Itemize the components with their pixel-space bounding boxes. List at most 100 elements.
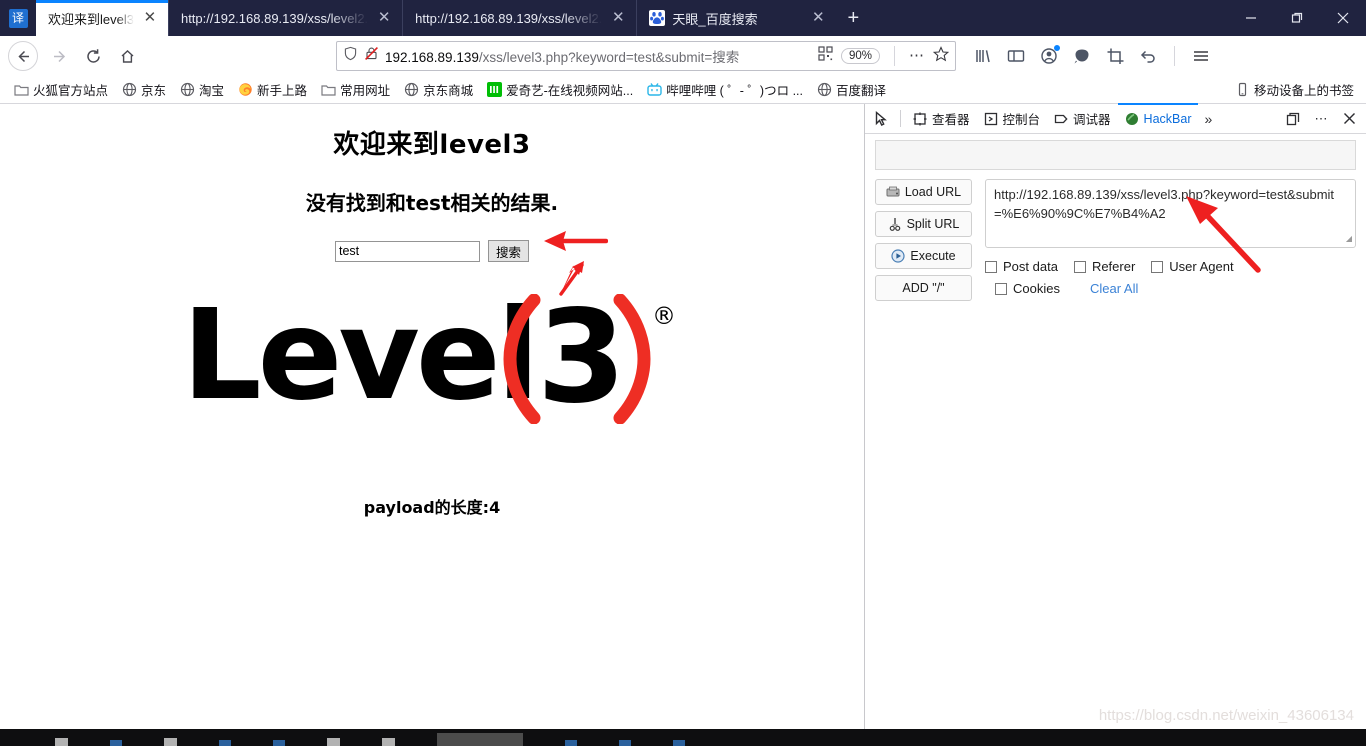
close-icon[interactable]: ✕ <box>806 6 830 30</box>
console-icon <box>984 112 998 126</box>
minimize-icon[interactable] <box>1228 0 1274 36</box>
devtools-tab-inspector[interactable]: 查看器 <box>906 104 977 133</box>
taskbar-item[interactable] <box>55 738 68 746</box>
taskbar-item[interactable] <box>164 738 177 746</box>
clear-all-link[interactable]: Clear All <box>1090 281 1138 296</box>
address-bar[interactable]: 192.168.89.139/xss/level3.php?keyword=te… <box>336 41 956 71</box>
close-icon[interactable] <box>1320 0 1366 36</box>
taskbar-item[interactable] <box>327 738 340 746</box>
devtools-tab-debugger[interactable]: 调试器 <box>1047 104 1118 133</box>
taskbar-item[interactable] <box>565 740 577 746</box>
devtools-toolbar-actions: ⋯ <box>1280 106 1362 132</box>
folder-icon <box>321 82 336 97</box>
folder-icon <box>14 82 29 97</box>
referer-checkbox[interactable]: Referer <box>1073 259 1135 274</box>
shield-icon[interactable] <box>343 46 358 66</box>
debugger-icon <box>1054 112 1068 126</box>
taskbar-item[interactable] <box>382 738 395 746</box>
browser-tab-3[interactable]: http://192.168.89.139/xss/level2. ✕ <box>402 0 636 36</box>
back-arrow-icon[interactable] <box>8 41 38 71</box>
library-icon[interactable] <box>970 43 996 69</box>
screenshot-icon[interactable] <box>1102 43 1128 69</box>
tab-title: 欢迎来到level3 <box>48 11 134 27</box>
ellipsis-icon[interactable]: ⋯ <box>1308 106 1334 132</box>
ellipsis-icon[interactable]: ⋯ <box>909 48 925 63</box>
star-icon[interactable] <box>932 45 950 67</box>
firefox-icon <box>238 82 253 97</box>
browser-tab-2[interactable]: http://192.168.89.139/xss/level2. ✕ <box>167 0 402 36</box>
post-data-checkbox[interactable]: Post data <box>985 259 1058 274</box>
browser-tab-1[interactable]: 欢迎来到level3 ✕ <box>36 0 168 36</box>
execute-button[interactable]: Execute <box>875 243 972 269</box>
dock-icon[interactable] <box>1280 106 1306 132</box>
devtools-tab-label: 调试器 <box>1073 113 1111 127</box>
checkbox-box[interactable] <box>995 282 1007 295</box>
home-icon[interactable] <box>110 39 144 73</box>
browser-tab-4[interactable]: 天眼_百度搜索 ✕ <box>636 0 836 36</box>
bookmark-label: 新手上路 <box>257 84 308 98</box>
taskbar-item[interactable] <box>219 740 231 746</box>
load-url-button[interactable]: Load URL <box>875 179 972 205</box>
taskbar-item[interactable] <box>673 740 685 746</box>
search-button[interactable]: 搜索 <box>487 240 529 262</box>
bookmark-item-5[interactable]: 京东商城 <box>398 78 479 101</box>
checkbox-box[interactable] <box>1073 260 1086 273</box>
add-slash-button[interactable]: ADD "/" <box>875 275 972 301</box>
bookmark-item-7[interactable]: 哔哩哔哩 ( ゜- ゜)つロ ... <box>641 78 809 101</box>
element-picker-icon[interactable] <box>869 106 895 132</box>
bookmark-label: 京东 <box>141 84 167 98</box>
devtools-panel: 查看器 控制台 调试器 HackBar » ⋯ Load URL Split U… <box>864 103 1366 729</box>
translate-button[interactable]: 译 <box>0 0 36 36</box>
address-bar-actions: 90% ⋯ <box>818 45 950 67</box>
taskbar-item[interactable] <box>110 740 122 746</box>
os-taskbar[interactable] <box>0 729 1366 746</box>
close-icon[interactable]: ✕ <box>606 6 630 30</box>
undo-icon[interactable] <box>1135 43 1161 69</box>
new-tab-button[interactable]: + <box>836 0 870 36</box>
mobile-bookmarks-item[interactable]: 移动设备上的书签 <box>1229 78 1358 101</box>
address-bar-url: 192.168.89.139/xss/level3.php?keyword=te… <box>385 50 740 65</box>
taskbar-item[interactable] <box>273 740 285 746</box>
pocket-icon[interactable] <box>1069 43 1095 69</box>
cookies-checkbox[interactable]: Cookies <box>995 281 1060 296</box>
close-icon[interactable] <box>1336 106 1362 132</box>
maximize-icon[interactable] <box>1274 0 1320 36</box>
bookmark-label: 常用网址 <box>340 84 391 98</box>
button-label: Execute <box>910 249 956 263</box>
devtools-tab-hackbar[interactable]: HackBar <box>1117 103 1199 133</box>
checkbox-box[interactable] <box>1151 260 1164 273</box>
globe-icon <box>122 82 137 97</box>
taskbar-item-active[interactable] <box>437 733 523 746</box>
account-icon[interactable] <box>1036 43 1062 69</box>
devtools-tab-console[interactable]: 控制台 <box>977 104 1048 133</box>
hamburger-menu-icon[interactable] <box>1188 43 1214 69</box>
qr-code-icon[interactable] <box>818 46 833 66</box>
bookmark-item-3[interactable]: 新手上路 <box>232 78 313 101</box>
bookmark-item-4[interactable]: 常用网址 <box>315 78 396 101</box>
hackbar-url-input[interactable]: http://192.168.89.139/xss/level3.php?key… <box>985 179 1356 248</box>
checkbox-box[interactable] <box>985 260 997 273</box>
zoom-level-indicator[interactable]: 90% <box>840 48 880 64</box>
level3-logo: Level 3 ® <box>0 294 864 424</box>
bookmark-label: 京东商城 <box>423 84 474 98</box>
taskbar-item[interactable] <box>619 740 631 746</box>
resize-grip-icon[interactable]: ◢ <box>1346 233 1352 245</box>
insecure-lock-icon[interactable] <box>364 46 379 66</box>
split-url-button[interactable]: Split URL <box>875 211 972 237</box>
bookmark-item-8[interactable]: 百度翻译 <box>811 78 892 101</box>
search-input[interactable] <box>334 240 480 262</box>
devtools-overflow-button[interactable]: » <box>1198 111 1218 127</box>
tab-title: 天眼_百度搜索 <box>672 11 758 27</box>
user-agent-checkbox[interactable]: User Agent <box>1151 259 1234 274</box>
bookmark-label: 哔哩哔哩 ( ゜- ゜)つロ ... <box>666 84 803 98</box>
bookmark-item-6[interactable]: 爱奇艺-在线视频网站... <box>481 78 639 101</box>
devtools-toolbar: 查看器 控制台 调试器 HackBar » ⋯ <box>865 103 1366 134</box>
bookmark-item-1[interactable]: 京东 <box>116 78 172 101</box>
bookmark-item-2[interactable]: 淘宝 <box>174 78 230 101</box>
reload-icon[interactable] <box>76 39 110 73</box>
sidebar-icon[interactable] <box>1003 43 1029 69</box>
close-icon[interactable]: ✕ <box>372 6 396 30</box>
bookmark-item-0[interactable]: 火狐官方站点 <box>8 78 114 101</box>
close-icon[interactable]: ✕ <box>138 6 162 30</box>
devtools-tab-label: 控制台 <box>1002 113 1041 127</box>
